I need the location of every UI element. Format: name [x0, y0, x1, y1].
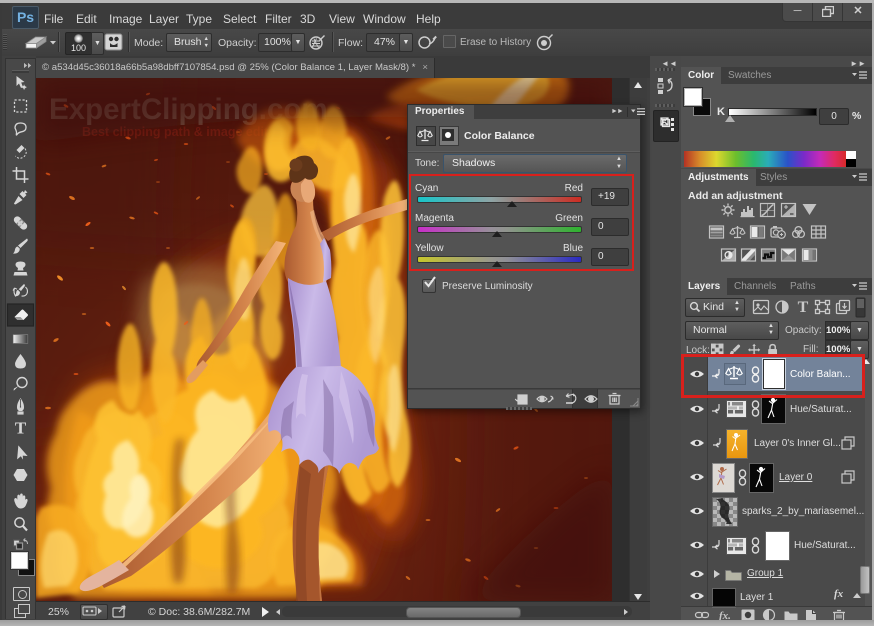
- svg-text:T: T: [798, 299, 809, 316]
- svg-text:T: T: [15, 419, 27, 438]
